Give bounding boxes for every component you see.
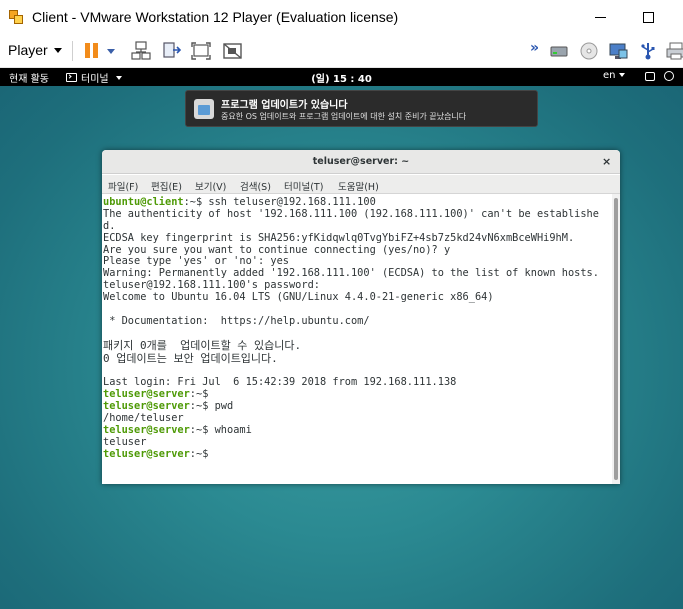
- prompt-path: :~$: [189, 400, 209, 413]
- terminal-title: teluser@server: ~: [312, 156, 410, 167]
- minimize-button[interactable]: [577, 0, 623, 34]
- hdd-icon[interactable]: [548, 41, 570, 61]
- line-text: teluser@192.168.111.100's password:: [103, 279, 320, 292]
- unity-icon[interactable]: [222, 41, 244, 61]
- prompt-user: teluser@server: [103, 400, 190, 413]
- prompt-user: teluser@server: [103, 447, 190, 460]
- line-text: ssh teluser@192.168.111.100: [202, 196, 376, 208]
- power-icon[interactable]: [664, 71, 674, 81]
- terminal-line: Welcome to Ubuntu 16.04 LTS (GNU/Linux 4…: [103, 291, 612, 304]
- terminal-line: * Documentation: https://help.ubuntu.com…: [103, 314, 612, 328]
- prompt-path: :~$: [189, 447, 209, 460]
- toolbar-divider: [72, 41, 73, 61]
- prompt-path: :~$: [183, 196, 203, 208]
- language-label: en: [603, 70, 616, 81]
- player-menu-button[interactable]: Player: [8, 42, 62, 58]
- line-text: 패키지 0개를 업데이트할 수 있습니다.: [103, 338, 302, 352]
- fullscreen-icon[interactable]: [190, 41, 212, 61]
- language-indicator[interactable]: en: [603, 70, 625, 81]
- chevron-down-icon: [618, 73, 625, 77]
- terminal-line: The authenticity of host '192.168.111.10…: [103, 207, 612, 221]
- terminal-scrollbar[interactable]: [612, 194, 620, 484]
- clock[interactable]: (일) 15 : 40: [0, 70, 683, 85]
- line-text: /home/teluser: [103, 412, 184, 425]
- line-text: Please type 'yes' or 'no': yes: [103, 255, 289, 268]
- close-icon[interactable]: ×: [602, 155, 611, 168]
- menu-help[interactable]: 도움말(H): [338, 179, 379, 193]
- update-notification[interactable]: 프로그램 업데이트가 있습니다 중요한 OS 업데이트와 프로그램 업데이트에 …: [185, 90, 538, 127]
- line-text: Welcome to Ubuntu 16.04 LTS (GNU/Linux 4…: [103, 291, 494, 304]
- cd-icon[interactable]: [578, 41, 600, 61]
- pause-dropdown-icon[interactable]: [107, 49, 115, 54]
- line-text: The authenticity of host '192.168.111.10…: [103, 207, 599, 220]
- line-text: Warning: Permanently added '192.168.111.…: [103, 267, 599, 280]
- prompt-user: ubuntu@client: [103, 196, 184, 208]
- guest-desktop[interactable]: 현재 활동 터미널 (일) 15 : 40 en 프로그램 업데이트가 있습니다…: [0, 68, 683, 609]
- line-text: d.: [103, 219, 116, 232]
- terminal-title-bar[interactable]: teluser@server: ~ ×: [102, 150, 620, 174]
- network-icon[interactable]: [130, 41, 152, 61]
- pause-icon[interactable]: [82, 41, 104, 61]
- line-text: * Documentation: https://help.ubuntu.com…: [103, 314, 370, 327]
- window-title: Client - VMware Workstation 12 Player (E…: [32, 9, 399, 25]
- menu-search[interactable]: 검색(S): [240, 179, 271, 193]
- menu-view[interactable]: 보기(V): [195, 179, 226, 193]
- status-window-icon[interactable]: [645, 72, 655, 81]
- line-text: pwd: [208, 400, 234, 413]
- terminal-menu-bar: 파일(F) 편집(E) 보기(V) 검색(S) 터미널(T) 도움말(H): [102, 175, 620, 194]
- prompt-user: teluser@server: [103, 388, 190, 401]
- line-text: Are you sure you want to continue connec…: [103, 243, 451, 256]
- line-text: 0 업데이트는 보안 업데이트입니다.: [103, 351, 278, 365]
- notification-title: 프로그램 업데이트가 있습니다: [221, 100, 348, 111]
- terminal-line: teluser@server:~$ whoami: [103, 423, 612, 437]
- terminal-window[interactable]: teluser@server: ~ × 파일(F) 편집(E) 보기(V) 검색…: [102, 150, 620, 484]
- notification-body: 중요한 OS 업데이트와 프로그램 업데이트에 대한 설치 준비가 끝났습니다: [221, 112, 467, 121]
- player-menu-label: Player: [8, 42, 48, 58]
- terminal-output[interactable]: ubuntu@client:~$ ssh teluser@192.168.111…: [102, 194, 612, 484]
- menu-terminal[interactable]: 터미널(T): [284, 179, 323, 193]
- vmware-title-bar: Client - VMware Workstation 12 Player (E…: [0, 0, 683, 34]
- display-icon[interactable]: [607, 41, 629, 61]
- line-text: ECDSA key fingerprint is SHA256:yfKidqwl…: [103, 231, 575, 244]
- chevron-down-icon: [53, 47, 62, 53]
- gnome-top-bar: 현재 활동 터미널 (일) 15 : 40 en: [0, 68, 683, 86]
- vmware-toolbar: Player »: [0, 34, 683, 68]
- menu-file[interactable]: 파일(F): [108, 179, 138, 193]
- terminal-line: 0 업데이트는 보안 업데이트입니다.: [103, 351, 612, 366]
- line-text: whoami: [208, 423, 252, 436]
- line-text: Last login: Fri Jul 6 15:42:39 2018 from…: [103, 376, 457, 389]
- send-ctrl-alt-del-icon[interactable]: [161, 41, 183, 61]
- printer-icon[interactable]: [665, 41, 683, 61]
- maximize-button[interactable]: [625, 0, 671, 34]
- menu-edit[interactable]: 편집(E): [151, 179, 182, 193]
- prompt-path: :~$: [189, 423, 209, 436]
- prompt-user: teluser@server: [103, 423, 190, 436]
- prompt-path: :~$: [189, 388, 209, 401]
- scrollbar-thumb[interactable]: [614, 198, 618, 480]
- vmware-app-icon: [9, 9, 25, 25]
- line-text: teluser: [103, 435, 147, 448]
- software-update-icon: [194, 99, 214, 119]
- usb-icon[interactable]: [637, 41, 659, 61]
- terminal-line: teluser@server:~$: [103, 447, 612, 461]
